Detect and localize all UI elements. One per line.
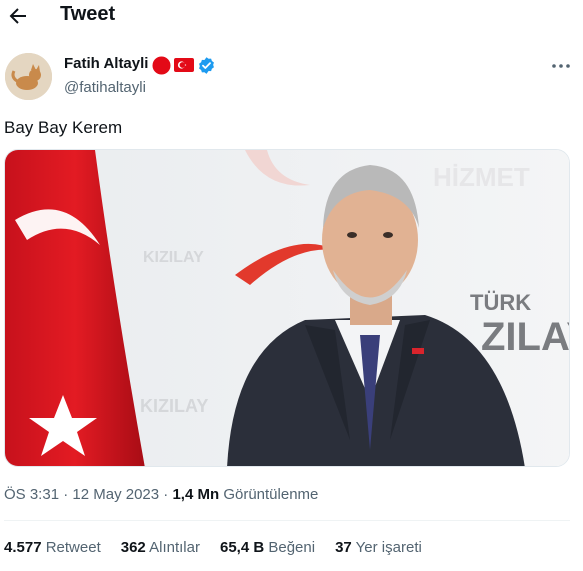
watermark-kizilay-1: KIZILAY	[143, 249, 204, 266]
bookmarks-label: Yer işareti	[355, 539, 422, 556]
back-arrow-icon[interactable]	[6, 4, 30, 28]
bookmarks-count: 37	[335, 539, 352, 556]
tweet-text: Bay Bay Kerem	[4, 118, 123, 137]
tweet-meta: ÖS 3:31 · 12 May 2023 · 1,4 Mn Görüntüle…	[4, 486, 318, 503]
quotes-count: 362	[120, 539, 146, 556]
portrait-photo: HİZMET TÜRK ZILAY KIZILAY KIZILAY	[5, 150, 570, 466]
divider	[4, 520, 570, 521]
more-options-icon[interactable]	[550, 56, 572, 76]
retweets-label: Retweet	[45, 539, 101, 556]
tweet-time[interactable]: ÖS 3:31	[4, 486, 59, 503]
tweet-stats: 4.577 Retweet 362 Alıntılar 65,4 B Beğen…	[4, 539, 422, 556]
cat-avatar-icon	[5, 53, 52, 100]
watermark-kizilay-2: KIZILAY	[140, 396, 208, 416]
watermark-turk: TÜRK	[470, 290, 531, 315]
tweet-date[interactable]: 12 May 2023	[72, 486, 159, 503]
watermark-kizilay-large: ZILAY	[481, 315, 570, 359]
bookmarks-stat[interactable]: 37 Yer işareti	[335, 539, 422, 556]
retweets-count: 4.577	[4, 539, 42, 556]
watermark-hizmet: HİZMET	[433, 162, 530, 192]
turkish-flag-icon	[174, 58, 194, 72]
retweets-stat[interactable]: 4.577 Retweet	[4, 539, 101, 556]
author-badges	[152, 55, 216, 75]
tweet-photo[interactable]: HİZMET TÜRK ZILAY KIZILAY KIZILAY	[4, 149, 570, 467]
meta-separator: ·	[159, 486, 173, 503]
author-name[interactable]: Fatih Altayli	[64, 55, 148, 72]
meta-separator: ·	[59, 486, 73, 503]
quotes-stat[interactable]: 362 Alıntılar	[121, 539, 200, 556]
views-count: 1,4 Mn	[172, 486, 220, 503]
avatar[interactable]	[5, 53, 52, 100]
quotes-label: Alıntılar	[149, 539, 200, 556]
likes-count: 65,4 B	[219, 539, 265, 556]
page-title: Tweet	[60, 3, 116, 25]
red-dot-icon	[152, 56, 171, 74]
top-bar: Tweet	[0, 0, 583, 32]
likes-label: Beğeni	[268, 539, 316, 556]
verified-icon	[199, 56, 214, 74]
views-label: Görüntülenme	[223, 486, 319, 503]
likes-stat[interactable]: 65,4 B Beğeni	[220, 539, 315, 556]
author-handle[interactable]: @fatihaltayli	[64, 79, 146, 96]
